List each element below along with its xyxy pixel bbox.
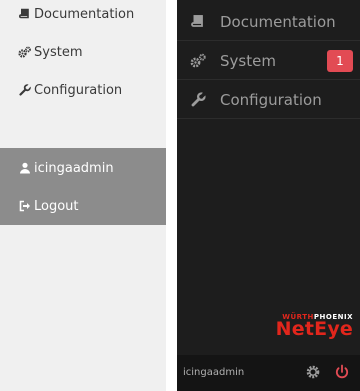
- light-nav-configuration-label: Configuration: [34, 82, 123, 98]
- light-nav-configuration[interactable]: Configuration: [18, 80, 122, 100]
- light-nav-documentation[interactable]: Documentation: [18, 4, 134, 24]
- brand-product: NetEye: [275, 318, 353, 340]
- footer-username[interactable]: icingaadmin: [183, 367, 244, 378]
- light-username: icingaadmin: [34, 160, 114, 176]
- book-icon: [18, 8, 31, 21]
- dark-nav-configuration[interactable]: Configuration: [177, 81, 360, 119]
- dark-nav-system-label: System: [220, 51, 276, 70]
- dark-sidebar: Documentation System 1 Configuration WÜR…: [177, 0, 360, 391]
- light-nav-system[interactable]: System: [18, 42, 82, 62]
- gears-icon: [189, 52, 207, 70]
- dark-nav-documentation-label: Documentation: [220, 12, 336, 31]
- user-icon: [18, 162, 31, 175]
- light-nav-system-label: System: [34, 44, 83, 60]
- light-logout-label: Logout: [34, 198, 79, 214]
- system-alert-badge: 1: [327, 50, 353, 72]
- light-sidebar: Documentation System Configuration icing…: [0, 0, 166, 391]
- wrench-icon: [18, 84, 31, 97]
- light-logout[interactable]: Logout: [18, 196, 79, 216]
- light-user-profile[interactable]: icingaadmin: [18, 158, 114, 178]
- light-nav-documentation-label: Documentation: [34, 6, 135, 22]
- light-user-section: icingaadmin Logout: [0, 148, 166, 225]
- power-icon[interactable]: [334, 364, 350, 380]
- sidebar-footer: icingaadmin: [177, 355, 360, 391]
- wrench-icon: [189, 91, 207, 109]
- book-icon: [189, 13, 207, 31]
- dark-nav-configuration-label: Configuration: [220, 90, 322, 109]
- gear-icon[interactable]: [305, 364, 321, 380]
- netEye-logo: WÜRTHPHOENIX NetEye: [203, 313, 353, 343]
- dark-nav-system[interactable]: System 1: [177, 42, 360, 80]
- dark-nav-documentation[interactable]: Documentation: [177, 3, 360, 41]
- sign-out-icon: [18, 200, 31, 213]
- gears-icon: [18, 46, 31, 59]
